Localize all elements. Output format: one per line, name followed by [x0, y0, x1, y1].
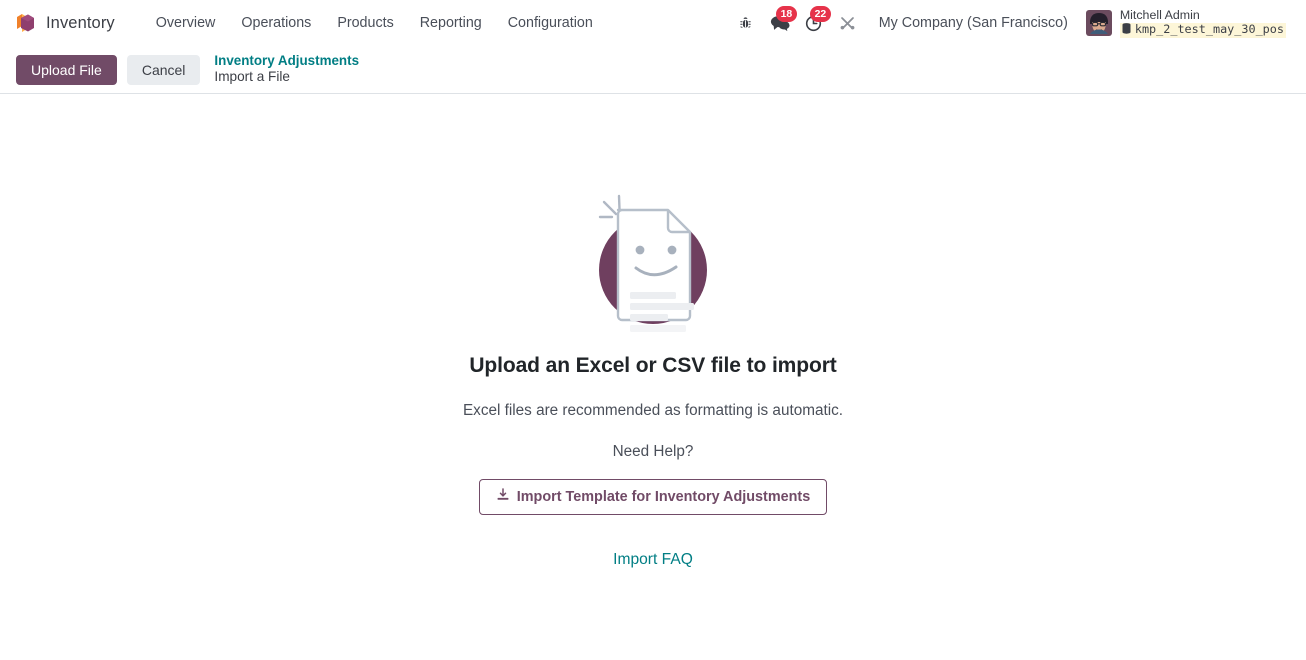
top-navbar: Inventory Overview Operations Products R…: [0, 0, 1306, 46]
import-faq-link[interactable]: Import FAQ: [613, 551, 693, 569]
breadcrumb: Inventory Adjustments Import a File: [214, 53, 359, 87]
systray: 18 22 My Company (San Francisco) Mitchel…: [729, 6, 1294, 40]
menu-item-reporting[interactable]: Reporting: [407, 9, 495, 37]
bug-icon[interactable]: [729, 8, 763, 38]
app-name: Inventory: [46, 13, 115, 32]
upload-file-button[interactable]: Upload File: [16, 54, 117, 85]
need-help-text: Need Help?: [612, 443, 694, 460]
messages-icon[interactable]: 18: [763, 6, 797, 38]
tools-icon[interactable]: [831, 8, 865, 38]
main-menu: Overview Operations Products Reporting C…: [143, 9, 606, 37]
user-menu[interactable]: Mitchell Admin kmp_2_test_may_30_pos: [1078, 6, 1290, 40]
user-avatar: [1085, 10, 1112, 36]
control-panel: Upload File Cancel Inventory Adjustments…: [0, 46, 1306, 94]
messages-badge: 18: [776, 6, 797, 22]
page-title: Upload an Excel or CSV file to import: [469, 354, 837, 377]
format-hint-text: Excel files are recommended as formattin…: [462, 402, 844, 419]
menu-item-overview[interactable]: Overview: [143, 9, 229, 37]
menu-item-configuration[interactable]: Configuration: [495, 9, 606, 37]
breadcrumb-current: Import a File: [214, 69, 290, 85]
breadcrumb-parent[interactable]: Inventory Adjustments: [214, 53, 359, 70]
brand-block[interactable]: Inventory: [14, 11, 115, 35]
company-switcher[interactable]: My Company (San Francisco): [869, 9, 1078, 37]
odoo-box-icon: [14, 11, 36, 35]
database-badge: kmp_2_test_may_30_pos: [1119, 22, 1286, 38]
activities-icon[interactable]: 22: [797, 6, 831, 38]
menu-item-products[interactable]: Products: [324, 9, 406, 37]
cancel-button[interactable]: Cancel: [126, 54, 201, 85]
activities-badge: 22: [810, 6, 831, 22]
user-name: Mitchell Admin: [1119, 8, 1200, 23]
download-icon: [496, 488, 510, 506]
import-empty-state: Upload an Excel or CSV file to import Ex…: [0, 94, 1306, 659]
import-template-button[interactable]: Import Template for Inventory Adjustment…: [478, 479, 828, 515]
smiling-document-icon: [578, 186, 728, 336]
database-name: kmp_2_test_may_30_pos: [1134, 22, 1284, 37]
database-icon: [1122, 22, 1131, 38]
menu-item-operations[interactable]: Operations: [228, 9, 324, 37]
import-template-label: Import Template for Inventory Adjustment…: [516, 489, 811, 505]
